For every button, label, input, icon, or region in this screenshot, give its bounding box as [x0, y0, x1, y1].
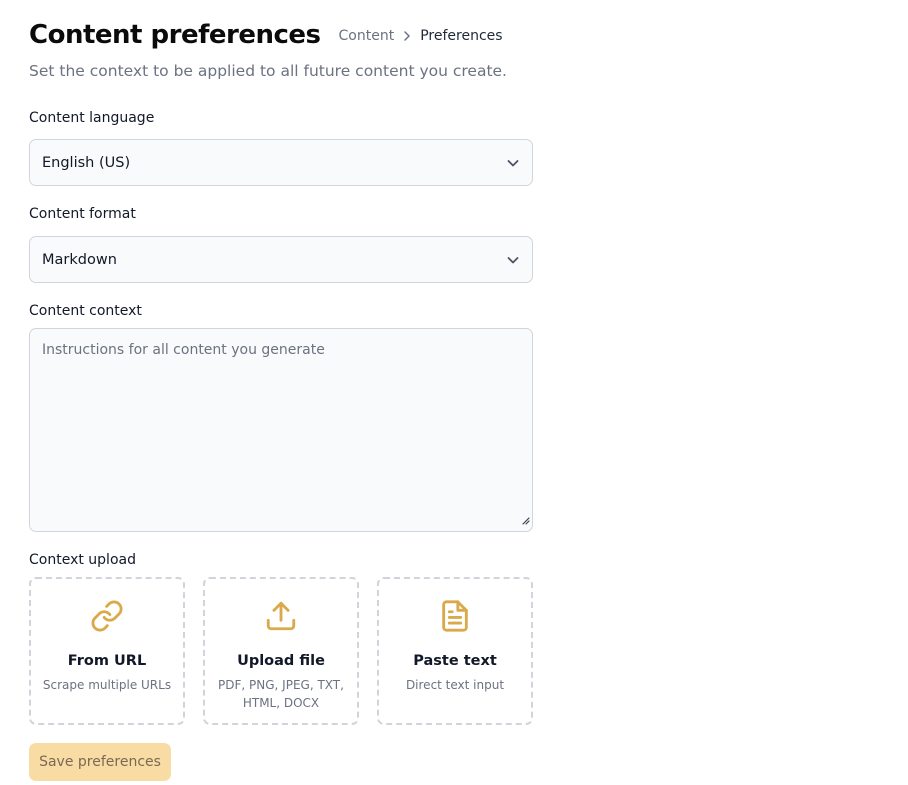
context-upload-label: Context upload [29, 552, 136, 568]
from-url-card[interactable]: From URL Scrape multiple URLs [29, 577, 185, 725]
link-icon [90, 597, 124, 635]
content-context-placeholder: Instructions for all content you generat… [42, 342, 325, 358]
content-language-select[interactable]: English (US) [29, 139, 533, 186]
breadcrumb-item-preferences: Preferences [420, 28, 503, 44]
card-title: From URL [67, 653, 147, 669]
page-header: Content preferences Content Preferences [29, 20, 503, 50]
content-context-textarea[interactable]: Instructions for all content you generat… [29, 328, 533, 532]
document-icon [438, 597, 472, 635]
resize-handle-icon[interactable] [520, 513, 530, 529]
paste-text-card[interactable]: Paste text Direct text input [377, 577, 533, 725]
save-preferences-button[interactable]: Save preferences [29, 743, 171, 781]
chevron-down-icon [506, 156, 520, 170]
breadcrumb-item-content[interactable]: Content [339, 28, 395, 44]
chevron-down-icon [506, 253, 520, 267]
content-context-label: Content context [29, 303, 142, 319]
content-language-label: Content language [29, 110, 155, 126]
upload-file-card[interactable]: Upload file PDF, PNG, JPEG, TXT, HTML, D… [203, 577, 359, 725]
content-language-value: English (US) [42, 154, 131, 171]
page-title: Content preferences [29, 20, 321, 50]
content-format-label: Content format [29, 206, 136, 222]
upload-icon [264, 597, 298, 635]
breadcrumb: Content Preferences [339, 28, 503, 44]
chevron-right-icon [403, 30, 411, 42]
card-description: Scrape multiple URLs [42, 678, 172, 692]
card-title: Paste text [413, 653, 497, 669]
context-upload-options: From URL Scrape multiple URLs Upload fil… [29, 577, 533, 725]
content-format-value: Markdown [42, 251, 117, 268]
card-description: PDF, PNG, JPEG, TXT, HTML, DOCX [218, 678, 344, 710]
card-title: Upload file [237, 653, 325, 669]
content-format-select[interactable]: Markdown [29, 236, 533, 283]
card-description: Direct text input [405, 678, 505, 692]
page-subtitle: Set the context to be applied to all fut… [29, 62, 507, 80]
